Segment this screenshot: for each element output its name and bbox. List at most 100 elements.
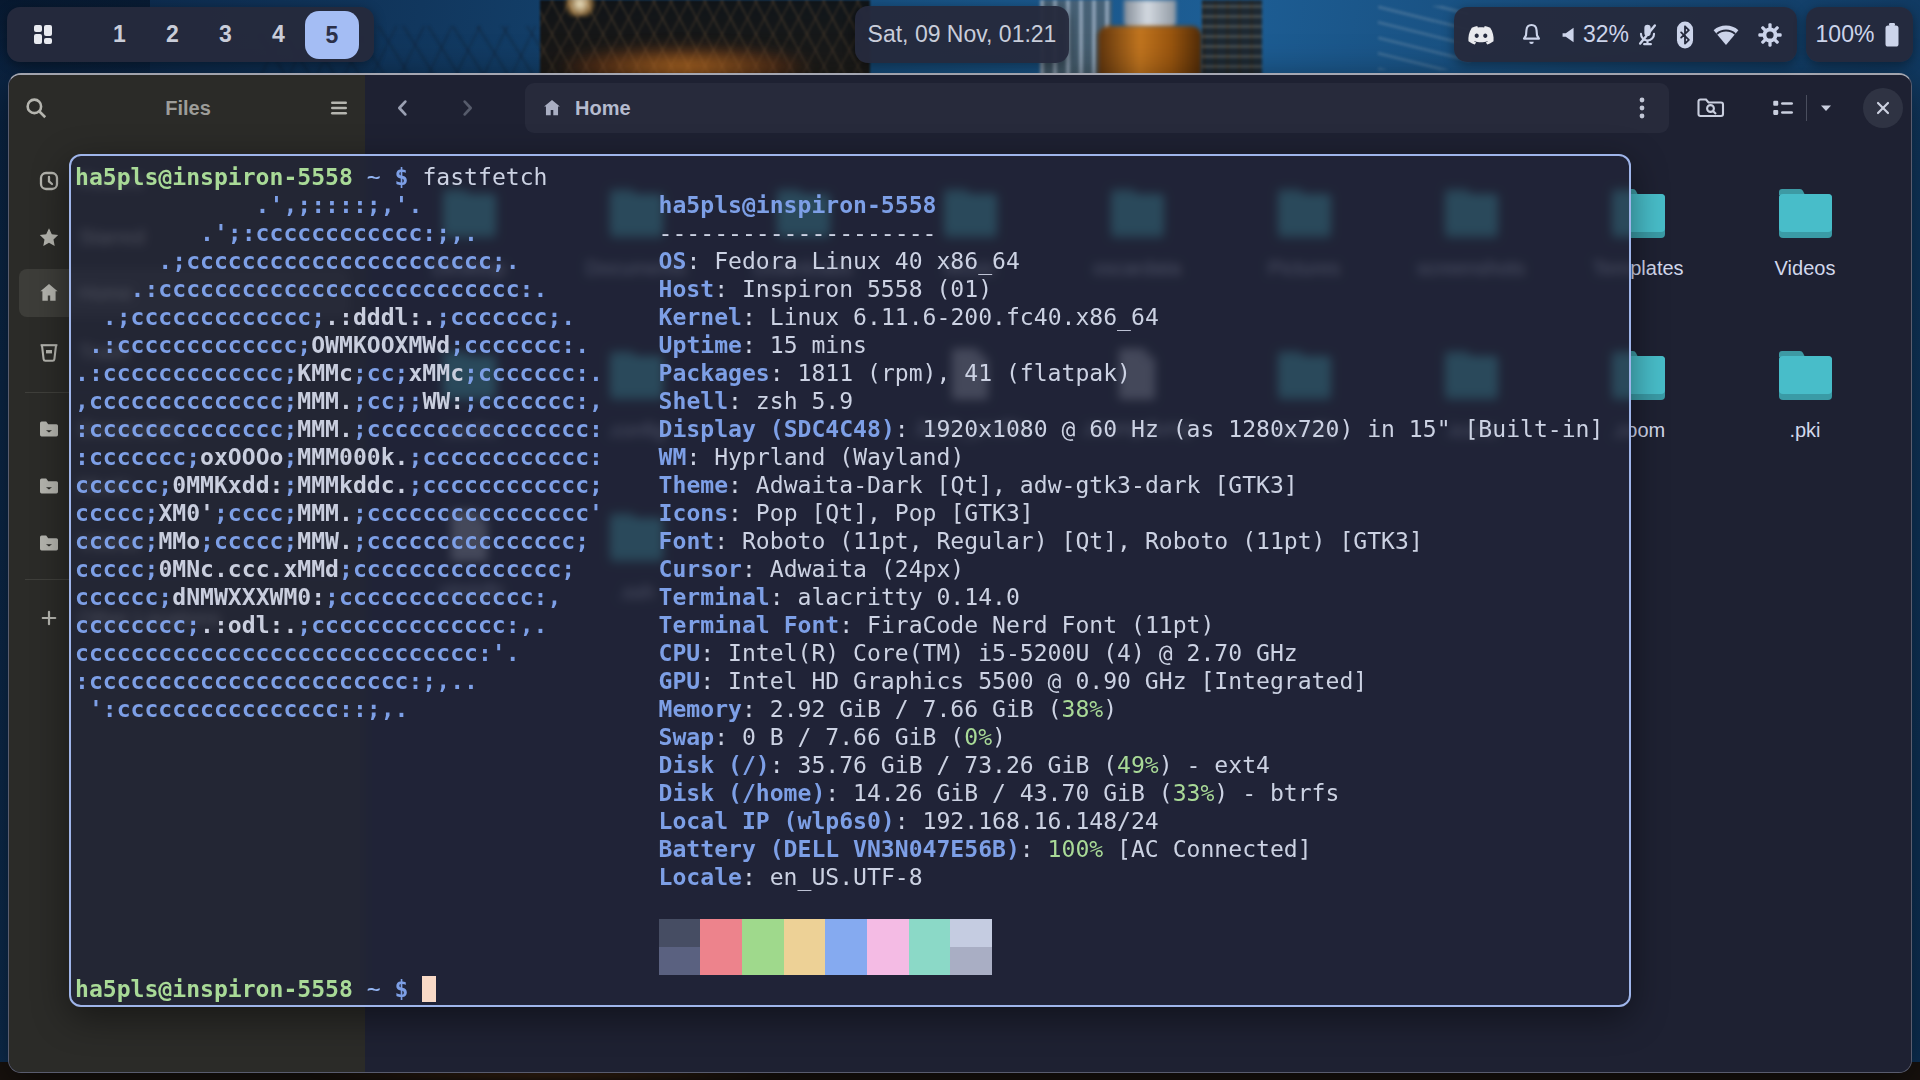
terminal-row: cccccccc;.:odl:.;cccccccccccccc:,. Termi… <box>75 611 1603 639</box>
launcher-icon[interactable] <box>34 25 53 44</box>
terminal-row: .:ccccccccccccc;OWMKOOXMWd;ccccccc:. Upt… <box>75 331 1603 359</box>
caret-down-icon[interactable] <box>1817 99 1835 117</box>
file-item-videos[interactable]: Videos <box>1730 184 1880 280</box>
terminal-row: .;cccccccccccccccccccccc;. OS: Fedora Li… <box>75 247 1603 275</box>
terminal-row <box>75 947 1603 975</box>
workspace-2[interactable]: 2 <box>146 21 199 48</box>
terminal-row: cccccc;dNMWXXXWM0:;cccccccccccccc:, Term… <box>75 583 1603 611</box>
workspace-3[interactable]: 3 <box>199 21 252 48</box>
palette-block-2 <box>742 947 784 975</box>
workspace-4[interactable]: 4 <box>252 21 305 48</box>
divider <box>1806 95 1807 121</box>
palette-block-4 <box>825 947 867 975</box>
terminal-row: ha5pls@inspiron-5558 ~ $ <box>75 975 1603 1003</box>
clock-pill[interactable]: Sat, 09 Nov, 01:21 <box>855 6 1069 63</box>
workspaces-pill: 12345 <box>7 7 374 62</box>
folder-icon <box>1775 184 1835 242</box>
terminal-cursor <box>422 976 436 1002</box>
terminal-row: ,cccccccccccccc;MMM.;cc;;WW:;ccccccc:, S… <box>75 387 1603 415</box>
wallpaper-lamp <box>562 0 598 16</box>
terminal-row: :cccccccccccccc;MMM.;cccccccccccccccc: D… <box>75 415 1603 443</box>
battery-level: 100% <box>1816 21 1875 48</box>
palette-block-1 <box>700 919 742 947</box>
palette-block-5 <box>867 919 909 947</box>
star-icon <box>37 225 61 249</box>
terminal-row: :ccccccccccccccccccccccc:;,.. GPU: Intel… <box>75 667 1603 695</box>
toolbar-right <box>1696 88 1905 128</box>
palette-block-3 <box>784 947 826 975</box>
wallpaper-tower <box>1202 0 1262 78</box>
toolbar: Home <box>365 75 1911 141</box>
view-toggle[interactable] <box>1770 95 1835 121</box>
wifi-icon[interactable] <box>1710 22 1742 48</box>
palette-block-6 <box>909 947 951 975</box>
palette-block-4 <box>825 919 867 947</box>
workspaces: 12345 <box>93 11 359 59</box>
palette-block-3 <box>784 919 826 947</box>
palette-block-5 <box>867 947 909 975</box>
list-view-icon[interactable] <box>1770 95 1796 121</box>
search-icon[interactable] <box>23 95 49 121</box>
terminal-row: ccccc;MMo;ccccc;MMW.;ccccccccccccccc; Fo… <box>75 527 1603 555</box>
terminal-row: Locale: en_US.UTF-8 <box>75 863 1603 891</box>
workspace-5[interactable]: 5 <box>305 11 359 59</box>
workspace-1[interactable]: 1 <box>93 21 146 48</box>
clock: Sat, 09 Nov, 01:21 <box>868 21 1057 48</box>
folder-icon <box>37 417 61 441</box>
terminal-window[interactable]: ha5pls@inspiron-5558 ~ $ fastfetch .',;:… <box>69 154 1631 1007</box>
terminal-row <box>75 891 1603 919</box>
close-icon[interactable] <box>1863 88 1903 128</box>
nav-back-button[interactable] <box>383 88 423 128</box>
kebab-icon[interactable] <box>1631 95 1653 121</box>
terminal-row: .';:cccccccccccc:;,. -------------------… <box>75 219 1603 247</box>
menu-icon[interactable] <box>327 96 351 120</box>
app-title: Files <box>49 97 327 120</box>
mic-muted-icon[interactable] <box>1634 21 1661 48</box>
terminal-row: .:ccccccccccccc;KMMc;cc;xMMc;ccccccc:. P… <box>75 359 1603 387</box>
terminal-row: ccccccccccccccccccccccccccccc:'. CPU: In… <box>75 639 1603 667</box>
terminal-row: Disk (/home): 14.26 GiB / 43.70 GiB (33%… <box>75 779 1603 807</box>
folder-icon <box>37 474 61 498</box>
breadcrumb: Home <box>575 97 631 120</box>
terminal-row: ha5pls@inspiron-5558 ~ $ fastfetch <box>75 163 1603 191</box>
plus-icon <box>37 606 61 630</box>
gear-icon[interactable] <box>1756 21 1784 49</box>
files-headerbar: Files Home <box>9 75 1911 141</box>
nav-forward-button[interactable] <box>447 88 487 128</box>
folder-search-icon[interactable] <box>1696 95 1726 121</box>
palette-block-0 <box>659 947 701 975</box>
terminal-row <box>75 919 1603 947</box>
terminal-row: Disk (/): 35.76 GiB / 73.26 GiB (49%) - … <box>75 751 1603 779</box>
wallpaper-rocket <box>1124 0 1176 28</box>
palette-block-7 <box>950 947 992 975</box>
folder-icon <box>37 531 61 555</box>
path-bar[interactable]: Home <box>525 83 1669 133</box>
file-item-label: .pki <box>1789 419 1820 442</box>
folder-icon <box>1775 346 1835 404</box>
bell-icon[interactable] <box>1518 21 1545 48</box>
bluetooth-icon[interactable] <box>1674 20 1696 50</box>
file-item-label: Videos <box>1775 257 1836 280</box>
file-item--pki[interactable]: .pki <box>1730 346 1880 442</box>
terminal-row: ccccc;0MNc.ccc.xMMd;ccccccccccccccc; Cur… <box>75 555 1603 583</box>
trash-icon <box>37 340 61 364</box>
battery-icon <box>1881 20 1903 50</box>
tray-pill: 32% <box>1454 7 1797 62</box>
volume-icon[interactable] <box>1558 24 1580 46</box>
terminal-row: .;ccccccccccccc;.:dddl:.;ccccccc;. Kerne… <box>75 303 1603 331</box>
terminal-row: .',;::::;,'. ha5pls@inspiron-5558 <box>75 191 1603 219</box>
discord-icon[interactable] <box>1466 20 1496 50</box>
terminal-row: .:cccccccccccccccccccccccccc:. Host: Ins… <box>75 275 1603 303</box>
terminal-row: Swap: 0 B / 7.66 GiB (0%) <box>75 723 1603 751</box>
volume-level: 32% <box>1583 21 1629 48</box>
palette-block-1 <box>700 947 742 975</box>
palette-block-2 <box>742 919 784 947</box>
terminal-content: ha5pls@inspiron-5558 ~ $ fastfetch .',;:… <box>75 163 1603 1003</box>
terminal-row: Local IP (wlp6s0): 192.168.16.148/24 <box>75 807 1603 835</box>
terminal-row: ccccc;XM0';cccc;MMM.;cccccccccccccccc' I… <box>75 499 1603 527</box>
palette-block-7 <box>950 919 992 947</box>
palette-block-0 <box>659 919 701 947</box>
terminal-row: ':cccccccccccccccc::;,. Memory: 2.92 GiB… <box>75 695 1603 723</box>
home-icon <box>37 281 61 305</box>
terminal-row: cccccc;0MMKxdd:;MMMkddc.;cccccccccccc; T… <box>75 471 1603 499</box>
